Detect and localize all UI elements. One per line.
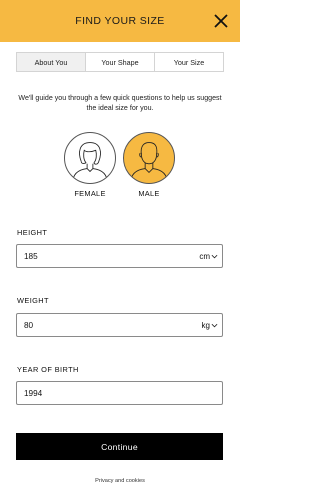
- birth-year-label: YEAR OF BIRTH: [17, 365, 79, 374]
- height-value[interactable]: 185: [24, 252, 199, 261]
- gender-option-male[interactable]: MALE: [122, 132, 176, 198]
- height-label: HEIGHT: [17, 228, 48, 237]
- chevron-down-icon: [211, 323, 218, 327]
- male-avatar-icon[interactable]: [123, 132, 175, 184]
- weight-field[interactable]: 80 kg: [16, 313, 223, 337]
- birth-year-value[interactable]: 1994: [24, 389, 218, 398]
- tab-your-shape[interactable]: Your Shape: [85, 53, 154, 71]
- weight-label: WEIGHT: [17, 296, 49, 305]
- privacy-link[interactable]: Privacy and cookies: [0, 478, 240, 484]
- gender-label-female: FEMALE: [74, 189, 106, 198]
- birth-year-field[interactable]: 1994: [16, 381, 223, 405]
- intro-text: We'll guide you through a few quick ques…: [18, 94, 222, 112]
- tab-about-you[interactable]: About You: [17, 53, 85, 71]
- height-unit-label: cm: [199, 251, 210, 261]
- weight-unit-label: kg: [201, 320, 210, 330]
- header-bar: FIND YOUR SIZE: [0, 0, 240, 42]
- female-avatar-icon[interactable]: [64, 132, 116, 184]
- chevron-down-icon: [211, 254, 218, 258]
- weight-unit-select[interactable]: kg: [202, 321, 218, 330]
- continue-button[interactable]: Continue: [16, 433, 223, 460]
- height-unit-select[interactable]: cm: [199, 252, 218, 261]
- page-title: FIND YOUR SIZE: [75, 15, 165, 27]
- close-icon[interactable]: [213, 13, 229, 29]
- tab-your-size[interactable]: Your Size: [154, 53, 223, 71]
- weight-value[interactable]: 80: [24, 321, 202, 330]
- gender-label-male: MALE: [138, 189, 160, 198]
- gender-option-female[interactable]: FEMALE: [63, 132, 117, 198]
- height-field[interactable]: 185 cm: [16, 244, 223, 268]
- step-tabs: About You Your Shape Your Size: [16, 52, 224, 72]
